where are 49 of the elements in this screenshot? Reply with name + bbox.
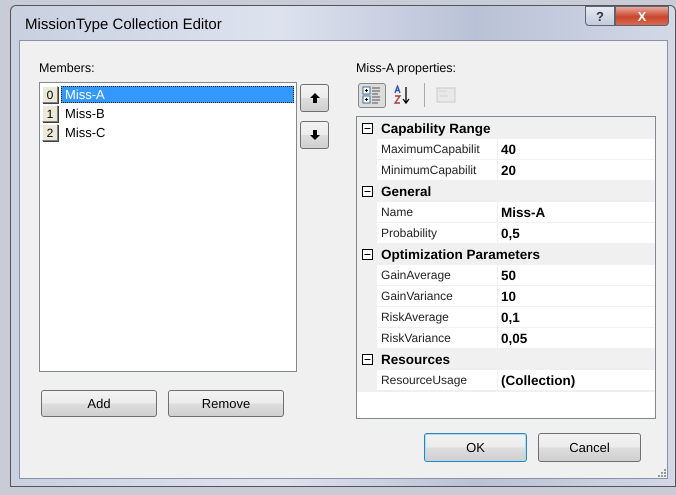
property-name: MinimumCapabilit — [377, 160, 498, 180]
category-header: Capability Range — [381, 121, 491, 136]
collapse-icon[interactable] — [362, 249, 373, 260]
category-header: Resources — [381, 352, 450, 367]
property-value[interactable]: Miss-A — [498, 202, 655, 222]
add-button[interactable]: Add — [41, 390, 157, 417]
property-name: RiskVariance — [377, 328, 498, 348]
collapse-icon[interactable] — [362, 186, 373, 197]
property-value[interactable]: 50 — [498, 265, 655, 285]
property-value[interactable]: 20 — [498, 160, 655, 180]
properties-label: Miss-A properties: — [356, 61, 458, 77]
index-label: 2 — [42, 124, 58, 141]
property-value[interactable]: 0,1 — [498, 307, 655, 327]
property-value[interactable]: 0,5 — [498, 223, 655, 243]
move-down-button[interactable] — [300, 121, 329, 149]
members-list[interactable]: 0 Miss-A 1 Miss-B 2 Miss-C — [39, 82, 297, 372]
property-name: MaximumCapabilit — [377, 139, 498, 159]
window-title: MissionType Collection Editor — [25, 16, 223, 33]
move-up-button[interactable] — [300, 84, 329, 112]
property-pages-icon — [436, 86, 456, 104]
property-name: GainVariance — [377, 286, 498, 306]
category-header: General — [381, 184, 432, 199]
property-name: Name — [377, 202, 498, 222]
categorized-button[interactable] — [358, 82, 386, 108]
cancel-button[interactable]: Cancel — [538, 433, 641, 462]
property-name: Probability — [377, 223, 498, 243]
ok-button[interactable]: OK — [424, 433, 527, 462]
property-name: ResourceUsage — [377, 370, 498, 390]
property-name: RiskAverage — [377, 307, 498, 327]
arrow-down-icon — [310, 130, 320, 140]
member-item[interactable]: Miss-B — [61, 105, 294, 122]
help-button[interactable]: ? — [585, 6, 615, 26]
member-item[interactable]: Miss-C — [61, 124, 294, 141]
category-header: Optimization Parameters — [381, 247, 540, 262]
property-value[interactable]: 0,05 — [498, 328, 655, 348]
property-value[interactable]: 40 — [498, 139, 655, 159]
members-label: Members: — [39, 61, 96, 77]
close-button[interactable]: X — [615, 6, 669, 26]
collapse-icon[interactable] — [362, 354, 373, 365]
remove-button[interactable]: Remove — [168, 390, 284, 417]
resize-grip-icon[interactable] — [656, 467, 666, 477]
index-label: 0 — [42, 86, 58, 103]
index-label: 1 — [42, 105, 58, 122]
arrow-up-icon — [310, 93, 320, 103]
property-value[interactable]: (Collection) — [498, 370, 655, 390]
property-name: GainAverage — [377, 265, 498, 285]
property-value[interactable]: 10 — [498, 286, 655, 306]
collapse-icon[interactable] — [362, 123, 373, 134]
categorized-icon — [362, 86, 382, 104]
